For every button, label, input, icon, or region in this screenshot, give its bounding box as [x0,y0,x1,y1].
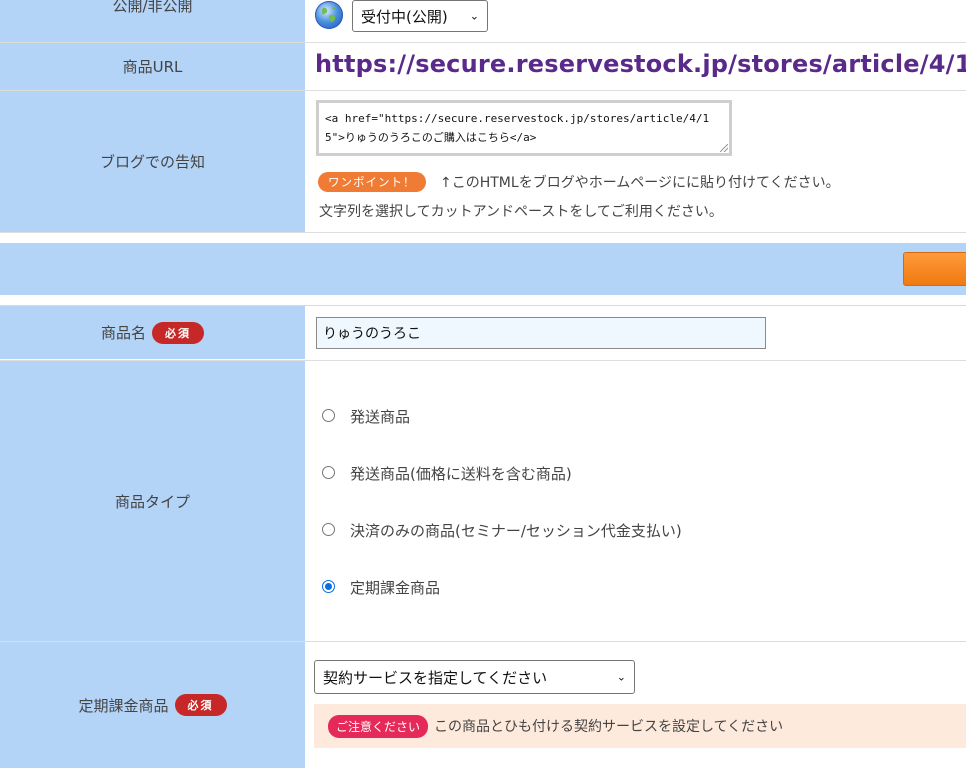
radio-subscription[interactable] [322,580,335,593]
caution-badge: ご注意ください [328,714,429,738]
blog-note-copy: 文字列を選択してカットアンドペーストをしてご利用ください。 [319,204,723,220]
chevron-down-icon: ⌄ [469,9,479,23]
radio-shipping[interactable] [322,409,335,422]
product-name-input[interactable]: りゅうのうろこ [316,317,766,349]
radio-shipping-included[interactable] [322,466,335,479]
product-type-label: 商品タイプ [0,361,305,641]
caution-box: ご注意ください この商品とひも付ける契約サービスを設定してください [314,704,966,748]
required-badge: 必須 [152,321,204,344]
section-band [0,243,966,295]
onepoint-badge: ワンポイント！ [318,172,426,192]
product-url-label: 商品URL [0,43,305,90]
caution-text: この商品とひも付ける契約サービスを設定してください [434,719,784,735]
subscription-label: 定期課金商品 必須 [0,642,305,768]
radio-label-shipping[interactable]: 発送商品 [350,406,410,427]
publish-status-select[interactable]: 受付中(公開) ⌄ [352,0,488,32]
product-name-label: 商品名 必須 [0,306,305,359]
product-type-row: 商品タイプ [0,361,966,641]
chevron-down-icon: ⌄ [616,670,626,684]
blog-label: ブログでの告知 [0,91,305,232]
publish-label: 公開/非公開 [0,0,305,42]
blog-html-textarea[interactable]: <a href="https://secure.reservestock.jp/… [316,100,732,156]
resize-grip-icon[interactable] [720,144,728,152]
radio-label-shipping-included[interactable]: 発送商品(価格に送料を含む商品) [350,463,572,484]
radio-payment-only[interactable] [322,523,335,536]
radio-label-subscription[interactable]: 定期課金商品 [350,577,440,598]
required-badge: 必須 [174,694,227,716]
product-url-link[interactable]: https://secure.reservestock.jp/stores/ar… [315,50,966,78]
subscription-service-select[interactable]: 契約サービスを指定してください ⌄ [314,660,635,694]
radio-label-payment-only[interactable]: 決済のみの商品(セミナー/セッション代金支払い) [350,520,682,541]
blog-note-paste: ↑このHTMLをブログやホームページにに貼り付けてください。 [440,175,840,191]
orange-action-button[interactable] [903,252,966,286]
globe-icon [315,1,343,29]
